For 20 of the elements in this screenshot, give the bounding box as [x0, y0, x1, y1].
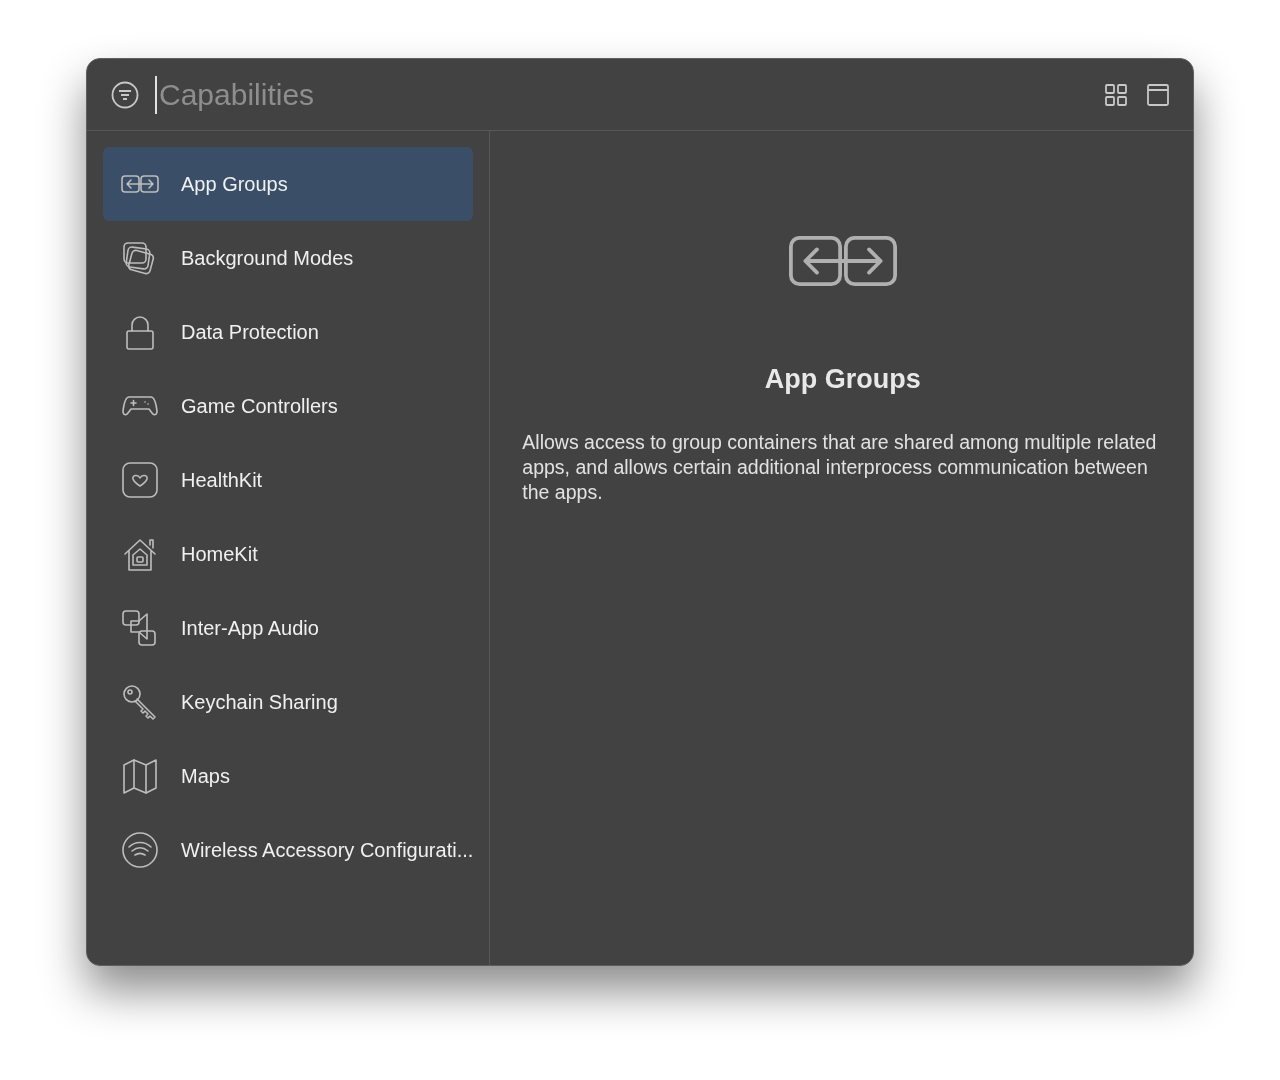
sidebar-item[interactable]: HomeKit — [103, 517, 474, 591]
detail-title: App Groups — [763, 363, 922, 396]
search-field[interactable]: Capabilities — [155, 75, 755, 114]
detail-description: Allows access to group containers that are shared among multiple related apps, and allows certain additional interprocess communication between the apps. — [522, 429, 1158, 505]
sidebar-item[interactable]: Background Modes — [103, 221, 474, 295]
sidebar-item[interactable]: Wireless Accessory Configurati... — [103, 813, 474, 887]
sidebar-item[interactable]: Inter-App Audio — [103, 591, 474, 665]
filter-icon — [111, 80, 139, 109]
sidebar-item[interactable]: HealthKit — [103, 443, 474, 517]
map-icon — [121, 757, 159, 795]
key-icon — [121, 683, 159, 721]
window-view-icon[interactable] — [1145, 81, 1171, 108]
sidebar-item[interactable]: Keychain Sharing — [103, 665, 474, 739]
sidebar-item[interactable]: App Groups — [103, 147, 474, 221]
sidebar-item[interactable]: Game Controllers — [103, 369, 474, 443]
grid-view-icon[interactable] — [1103, 81, 1129, 108]
sidebar-item[interactable]: Maps — [103, 739, 474, 813]
sidebar-item[interactable]: Data Protection — [103, 295, 474, 369]
speaker-squares-icon — [121, 609, 159, 647]
wifi-icon — [121, 831, 159, 869]
